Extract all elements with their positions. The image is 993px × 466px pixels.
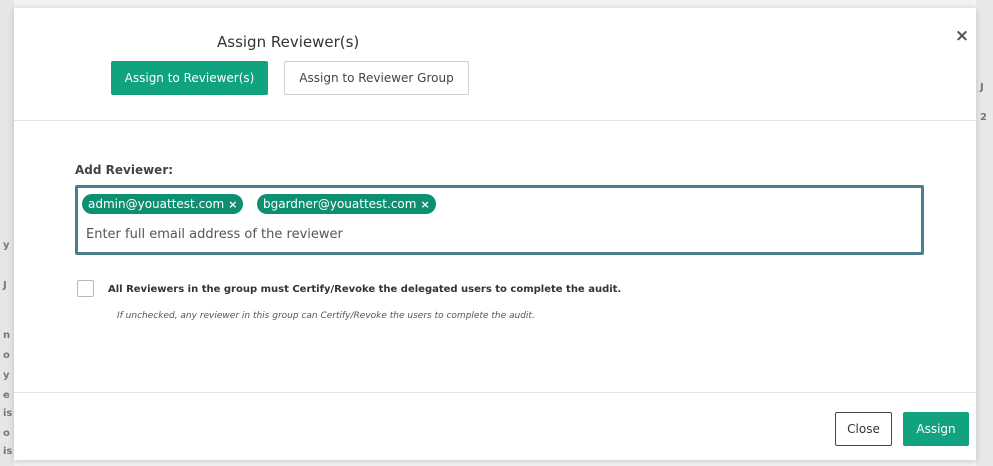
background-text: J	[3, 280, 7, 291]
reviewer-email-input[interactable]	[86, 222, 906, 246]
add-reviewer-label: Add Reviewer:	[75, 163, 174, 177]
dialog-body: Add Reviewer: admin@youattest.com × bgard…	[14, 121, 976, 393]
dialog-title: Assign Reviewer(s)	[217, 33, 360, 51]
remove-chip-icon[interactable]: ×	[420, 195, 429, 215]
background-text: n	[3, 330, 11, 341]
reviewer-chip-email: bgardner@youattest.com	[263, 197, 417, 211]
reviewer-chip: admin@youattest.com ×	[82, 194, 244, 215]
reviewer-chip: bgardner@youattest.com ×	[257, 194, 436, 214]
background-text: 2	[980, 112, 987, 123]
certify-all-label: All Reviewers in the group must Certify/…	[108, 284, 622, 295]
tab-assign-to-reviewers[interactable]: Assign to Reviewer(s)	[111, 61, 268, 95]
dialog-footer: Close Assign	[14, 392, 976, 461]
background-text: o	[3, 350, 10, 361]
background-page-right	[976, 0, 993, 466]
background-text: is	[3, 446, 13, 457]
background-text: e	[3, 390, 10, 401]
background-text: y	[3, 240, 10, 251]
tab-assign-to-reviewer-group[interactable]: Assign to Reviewer Group	[284, 61, 469, 95]
certify-all-checkbox[interactable]	[77, 280, 94, 297]
close-icon[interactable]: ×	[952, 24, 972, 48]
assign-reviewer-dialog: Assign Reviewer(s) × Assign to Reviewer(…	[14, 8, 976, 460]
dialog-header: Assign Reviewer(s) × Assign to Reviewer(…	[14, 8, 976, 121]
assign-button[interactable]: Assign	[903, 412, 969, 446]
background-text: J	[980, 82, 984, 93]
background-text: o	[3, 428, 10, 439]
reviewer-tag-input[interactable]: admin@youattest.com × bgardner@youattest.…	[75, 185, 924, 255]
background-text: is	[3, 408, 13, 419]
remove-chip-icon[interactable]: ×	[228, 195, 237, 215]
reviewer-chip-email: admin@youattest.com	[88, 197, 225, 211]
close-button[interactable]: Close	[835, 412, 892, 446]
certify-all-help-text: If unchecked, any reviewer in this group…	[117, 311, 535, 321]
background-text: y	[3, 370, 10, 381]
